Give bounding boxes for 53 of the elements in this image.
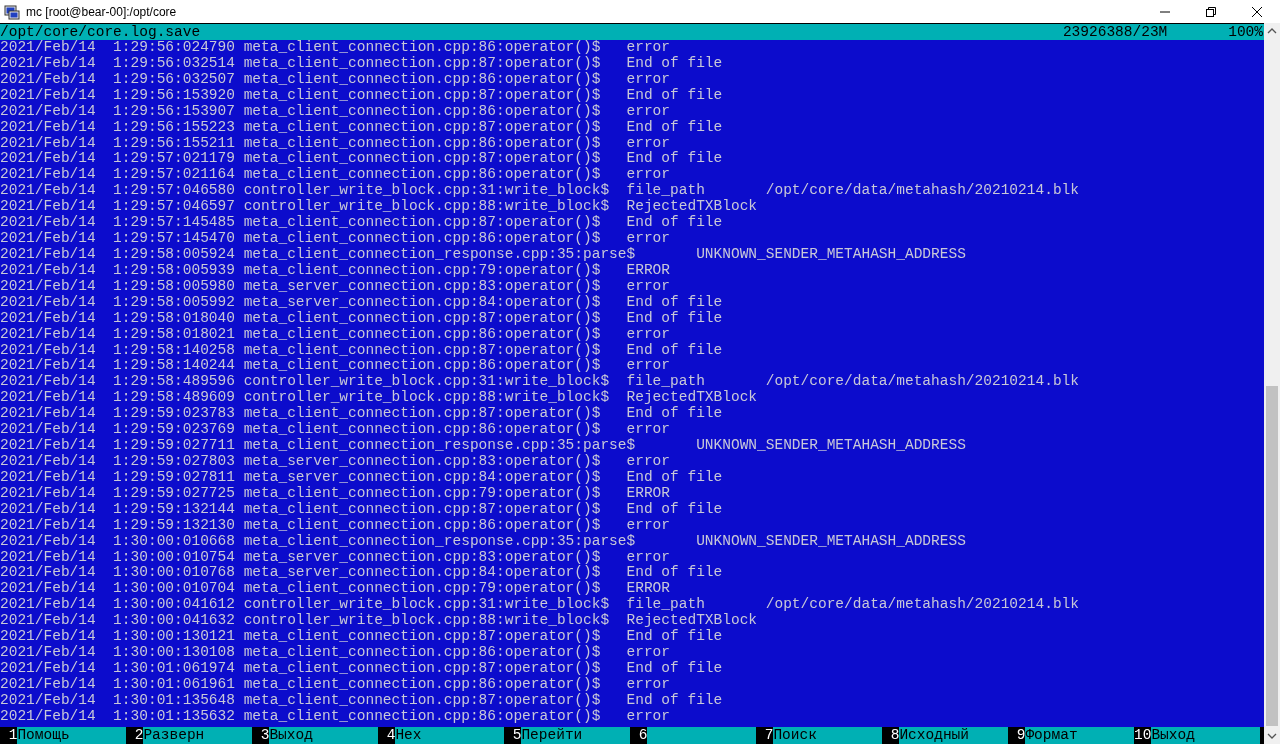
file-size: 23926388/23M [1062, 24, 1169, 40]
log-line: 2021/Feb/14 1:30:00:010704 meta_client_connection.cpp:79:operator()$ ERROR [0, 581, 672, 597]
log-line: 2021/Feb/14 1:29:56:032514 meta_client_connection.cpp:87:operator()$ End of file [0, 55, 724, 72]
log-line: 2021/Feb/14 1:29:58:005980 meta_server_connection.cpp:83:operator()$ error [0, 278, 672, 295]
log-line: 2021/Feb/14 1:29:56:155223 meta_client_connection.cpp:87:operator()$ End of file [0, 119, 724, 136]
scroll-thumb[interactable] [1266, 386, 1278, 726]
file-path: /opt/core/core.log.save [0, 24, 201, 40]
log-line: 2021/Feb/14 1:29:56:155211 meta_client_connection.cpp:86:operator()$ error [0, 135, 672, 151]
log-line: 2021/Feb/14 1:29:57:021179 meta_client_connection.cpp:87:operator()$ End of file [0, 151, 724, 167]
scrollbar[interactable] [1264, 23, 1280, 744]
log-line: 2021/Feb/14 1:29:59:027725 meta_client_connection.cpp:79:operator()$ ERROR [0, 485, 672, 502]
log-line: 2021/Feb/14 1:30:01:135648 meta_client_connection.cpp:87:operator()$ End of file [0, 692, 724, 709]
log-line: 2021/Feb/14 1:29:56:153907 meta_client_connection.cpp:86:operator()$ error [0, 103, 672, 120]
log-line: 2021/Feb/14 1:29:58:005924 meta_client_connection_response.cpp:35:parse$ UNKNOWN_SENDER_METAHASH_ADDRESS [0, 247, 967, 263]
log-line: 2021/Feb/14 1:29:58:140244 meta_client_connection.cpp:86:operator()$ error [0, 358, 672, 374]
log-line: 2021/Feb/14 1:29:58:005939 meta_client_connection.cpp:79:operator()$ ERROR [0, 262, 672, 279]
log-line: 2021/Feb/14 1:29:59:027811 meta_server_connection.cpp:84:operator()$ End of file [0, 469, 724, 486]
log-line: 2021/Feb/14 1:29:58:005992 meta_server_connection.cpp:84:operator()$ End of file [0, 294, 724, 311]
log-line: 2021/Feb/14 1:29:57:046597 controller_write_block.cpp:88:write_block$ RejectedTXBlock [0, 199, 759, 215]
log-line: 2021/Feb/14 1:29:58:018040 meta_client_connection.cpp:87:operator()$ End of file [0, 310, 724, 327]
log-line: 2021/Feb/14 1:29:57:046580 controller_write_block.cpp:31:write_block$ file_path /opt/core/data/metahash/20210214.blk [0, 183, 1080, 199]
log-line: 2021/Feb/14 1:29:57:145470 meta_client_connection.cpp:86:operator()$ error [0, 231, 672, 247]
log-line: 2021/Feb/14 1:29:57:021164 meta_client_connection.cpp:86:operator()$ error [0, 167, 672, 183]
log-line: 2021/Feb/14 1:30:00:010668 meta_client_connection_response.cpp:35:parse$ UNKNOWN_SENDER_METAHASH_ADDRESS [0, 533, 967, 550]
log-line: 2021/Feb/14 1:30:00:041632 controller_write_block.cpp:88:write_block$ RejectedTXBlock [0, 613, 759, 629]
log-line: 2021/Feb/14 1:30:01:135632 meta_client_connection.cpp:86:operator()$ error [0, 708, 672, 725]
log-line: 2021/Feb/14 1:30:00:010754 meta_server_connection.cpp:83:operator()$ error [0, 549, 672, 565]
window-title: mc [root@bear-00]:/opt/core [26, 4, 177, 19]
terminal-icon [4, 3, 20, 20]
log-line: 2021/Feb/14 1:29:56:153920 meta_client_connection.cpp:87:operator()$ End of file [0, 87, 724, 104]
function-key-button[interactable]: 10Выход [1134, 727, 1260, 744]
log-line: 2021/Feb/14 1:29:59:132144 meta_client_connection.cpp:87:operator()$ End of file [0, 501, 724, 518]
restore-icon [1206, 6, 1216, 17]
log-line: 2021/Feb/14 1:30:00:130121 meta_client_connection.cpp:87:operator()$ End of file [0, 629, 724, 645]
log-line: 2021/Feb/14 1:29:56:024790 meta_client_connection.cpp:86:operator()$ error [0, 40, 672, 56]
log-line: 2021/Feb/14 1:29:59:027803 meta_server_connection.cpp:83:operator()$ error [0, 453, 672, 470]
log-line: 2021/Feb/14 1:30:01:061961 meta_client_connection.cpp:86:operator()$ error [0, 676, 672, 693]
log-line: 2021/Feb/14 1:29:59:023783 meta_client_connection.cpp:87:operator()$ End of file [0, 406, 724, 422]
log-line: 2021/Feb/14 1:29:58:018021 meta_client_connection.cpp:86:operator()$ error [0, 326, 672, 343]
log-line: 2021/Feb/14 1:29:56:032507 meta_client_connection.cpp:86:operator()$ error [0, 71, 672, 88]
log-line: 2021/Feb/14 1:29:59:027711 meta_client_connection_response.cpp:35:parse$ UNKNOWN_SENDER_METAHASH_ADDRESS [0, 438, 967, 454]
log-line: 2021/Feb/14 1:30:00:010768 meta_server_connection.cpp:84:operator()$ End of file [0, 565, 724, 581]
log-line: 2021/Feb/14 1:29:59:132130 meta_client_connection.cpp:86:operator()$ error [0, 517, 672, 534]
log-line: 2021/Feb/14 1:29:59:023769 meta_client_connection.cpp:86:operator()$ error [0, 422, 672, 438]
close-icon [1252, 6, 1262, 17]
log-line: 2021/Feb/14 1:29:58:489609 controller_write_block.cpp:88:write_block$ RejectedTXBlock [0, 390, 759, 406]
scroll-percent: 100% [1228, 24, 1263, 40]
log-line: 2021/Feb/14 1:29:58:140258 meta_client_connection.cpp:87:operator()$ End of file [0, 342, 724, 358]
log-line: 2021/Feb/14 1:30:01:061974 meta_client_connection.cpp:87:operator()$ End of file [0, 660, 724, 677]
log-line: 2021/Feb/14 1:30:00:041612 controller_write_block.cpp:31:write_block$ file_path /opt/core/data/metahash/20210214.blk [0, 597, 1080, 613]
log-line: 2021/Feb/14 1:29:58:489596 controller_write_block.cpp:31:write_block$ file_path /opt/core/data/metahash/20210214.blk [0, 374, 1080, 390]
log-line: 2021/Feb/14 1:30:00:130108 meta_client_connection.cpp:86:operator()$ error [0, 645, 672, 661]
log-line: 2021/Feb/14 1:29:57:145485 meta_client_connection.cpp:87:operator()$ End of file [0, 215, 724, 231]
